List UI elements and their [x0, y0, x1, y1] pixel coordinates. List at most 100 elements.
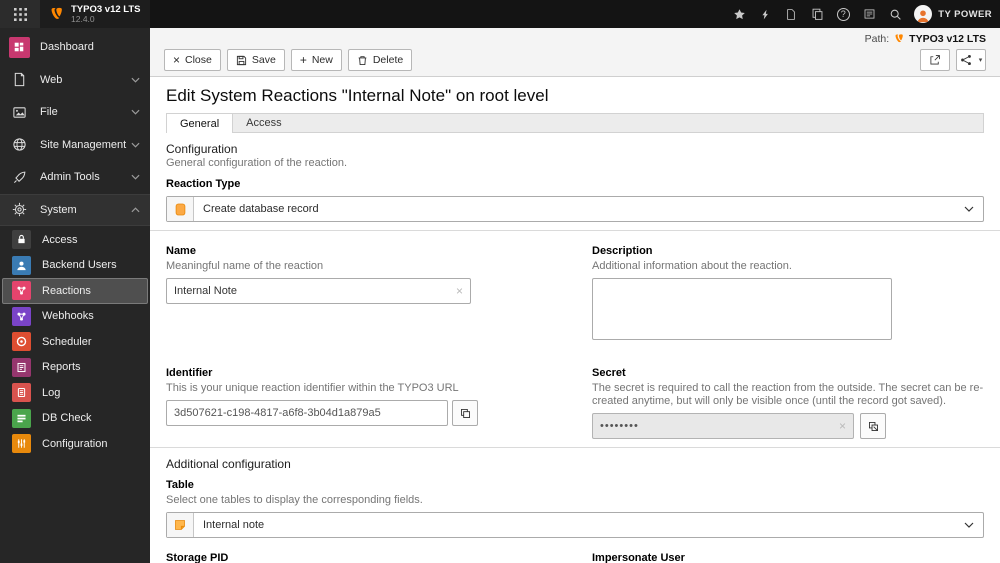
log-icon: [11, 383, 31, 403]
record-icon: [167, 197, 194, 221]
copy-icon: [460, 408, 471, 419]
sliders-icon: [11, 434, 31, 454]
sidebar-item-label: Site Management: [40, 138, 127, 151]
table-select[interactable]: Internal note: [166, 512, 984, 538]
sidebar-item-web[interactable]: Web: [0, 64, 150, 97]
secret-input: [600, 420, 833, 432]
clear-cache-icon[interactable]: [752, 0, 778, 28]
close-button-label: Close: [185, 54, 212, 66]
path-value[interactable]: TYPO3 v12 LTS: [909, 33, 986, 45]
tabbar: General Access: [166, 113, 984, 133]
help-icon[interactable]: ?: [830, 0, 856, 28]
sidebar-item-label: Configuration: [42, 437, 108, 450]
page-path: Path: TYPO3 v12 LTS: [164, 31, 986, 46]
sidebar-item-file[interactable]: File: [0, 96, 150, 129]
trash-icon: [357, 55, 368, 66]
globe-icon: [8, 134, 30, 156]
description-field-group: Description Additional information about…: [592, 237, 984, 345]
sidebar-item-webhooks[interactable]: Webhooks: [2, 304, 148, 330]
clear-icon[interactable]: ×: [450, 284, 463, 298]
regenerate-icon: [868, 421, 879, 432]
copy-identifier-button[interactable]: [452, 400, 478, 426]
save-button-label: Save: [251, 54, 276, 66]
open-documents-icon[interactable]: [778, 0, 804, 28]
sidebar-item-system[interactable]: System: [0, 193, 150, 226]
workspace-icon[interactable]: [804, 0, 830, 28]
sidebar-item-label: File: [40, 106, 58, 119]
grid-icon: [13, 7, 27, 21]
search-icon[interactable]: [882, 0, 908, 28]
sidebar-item-label: Webhooks: [42, 310, 94, 323]
sidebar-item-label: Web: [40, 73, 63, 86]
impersonate-user-label: Impersonate User: [592, 552, 685, 563]
reactions-icon: [11, 281, 31, 301]
sidebar-item-label: Scheduler: [42, 335, 92, 348]
webhooks-icon: [11, 306, 31, 326]
bookmark-icon[interactable]: [726, 0, 752, 28]
clear-icon[interactable]: ×: [833, 419, 846, 433]
share-icon: [960, 54, 972, 66]
edit-form: Edit System Reactions "Internal Note" on…: [150, 86, 1000, 563]
sidebar-item-db-check[interactable]: DB Check: [2, 406, 148, 432]
sidebar-item-dashboard[interactable]: Dashboard: [0, 31, 150, 64]
sidebar-item-backend-users[interactable]: Backend Users: [2, 253, 148, 279]
name-input-wrap: ×: [166, 278, 471, 304]
reaction-type-select[interactable]: Create database record: [166, 196, 984, 222]
secret-field-group: Secret The secret is required to call th…: [592, 359, 984, 439]
sidebar-item-log[interactable]: Log: [2, 380, 148, 406]
sidebar-item-reports[interactable]: Reports: [2, 355, 148, 381]
system-information-icon[interactable]: [856, 0, 882, 28]
note-icon: [167, 513, 194, 537]
chevron-down-icon: [131, 77, 140, 83]
delete-button[interactable]: Delete: [347, 49, 413, 71]
module-menu-toggle-button[interactable]: [0, 0, 40, 28]
sidebar-item-label: Access: [42, 233, 78, 246]
name-label: Name: [166, 245, 196, 257]
chevron-down-icon: [131, 109, 140, 115]
sidebar-item-site-management[interactable]: Site Management: [0, 129, 150, 162]
avatar: [914, 5, 933, 23]
description-textarea[interactable]: [592, 278, 892, 340]
storage-pid-field-group: Storage PID Select the page on which a n…: [166, 544, 558, 563]
name-field-group: Name Meaningful name of the reaction ×: [166, 237, 558, 304]
scheduler-icon: [11, 332, 31, 352]
typo3-brand[interactable]: TYPO3 v12 LTS 12.4.0: [40, 0, 150, 28]
tab-access[interactable]: Access: [233, 114, 294, 132]
sidebar-item-scheduler[interactable]: Scheduler: [2, 329, 148, 355]
tab-general[interactable]: General: [166, 113, 234, 133]
table-label: Table: [166, 479, 194, 491]
sidebar-item-access[interactable]: Access: [2, 227, 148, 253]
close-button[interactable]: × Close: [164, 49, 221, 71]
save-button[interactable]: Save: [226, 49, 285, 71]
gear-icon: [8, 199, 30, 221]
typo3-logo-icon: [48, 6, 65, 23]
identifier-input[interactable]: [174, 407, 440, 419]
docheader: Path: TYPO3 v12 LTS × Close Save + New D…: [150, 28, 1000, 77]
username: TY POWER: [938, 8, 992, 20]
identifier-input-wrap: [166, 400, 448, 426]
users-icon: [11, 255, 31, 275]
save-icon: [236, 55, 247, 66]
sidebar-item-reactions[interactable]: Reactions: [2, 278, 148, 304]
sidebar-item-label: Admin Tools: [40, 171, 100, 184]
chevron-up-icon: [131, 207, 140, 213]
new-button[interactable]: + New: [290, 49, 342, 71]
sidebar-item-configuration[interactable]: Configuration: [2, 431, 148, 457]
section-desc-configuration: General configuration of the reaction.: [166, 157, 348, 169]
rocket-icon: [8, 166, 30, 188]
view-webpage-button[interactable]: [920, 49, 950, 71]
identifier-description: This is your unique reaction identifier …: [166, 382, 459, 394]
table-description: Select one tables to display the corresp…: [166, 494, 423, 506]
table-value: Internal note: [203, 519, 265, 531]
identifier-field-group: Identifier This is your unique reaction …: [166, 359, 558, 426]
section-heading-additional: Additional configuration: [166, 457, 291, 471]
sidebar-item-admin-tools[interactable]: Admin Tools: [0, 161, 150, 194]
regenerate-secret-button[interactable]: [860, 413, 886, 439]
system-submenu: Access Backend Users Reactions Webhooks: [0, 226, 150, 457]
page-title: Edit System Reactions "Internal Note" on…: [166, 86, 549, 105]
name-input[interactable]: [174, 285, 450, 297]
user-menu[interactable]: TY POWER: [914, 5, 992, 23]
sidebar-item-label: Reactions: [42, 284, 91, 297]
secret-input-wrap: ×: [592, 413, 854, 439]
share-button[interactable]: ▾: [956, 49, 986, 71]
